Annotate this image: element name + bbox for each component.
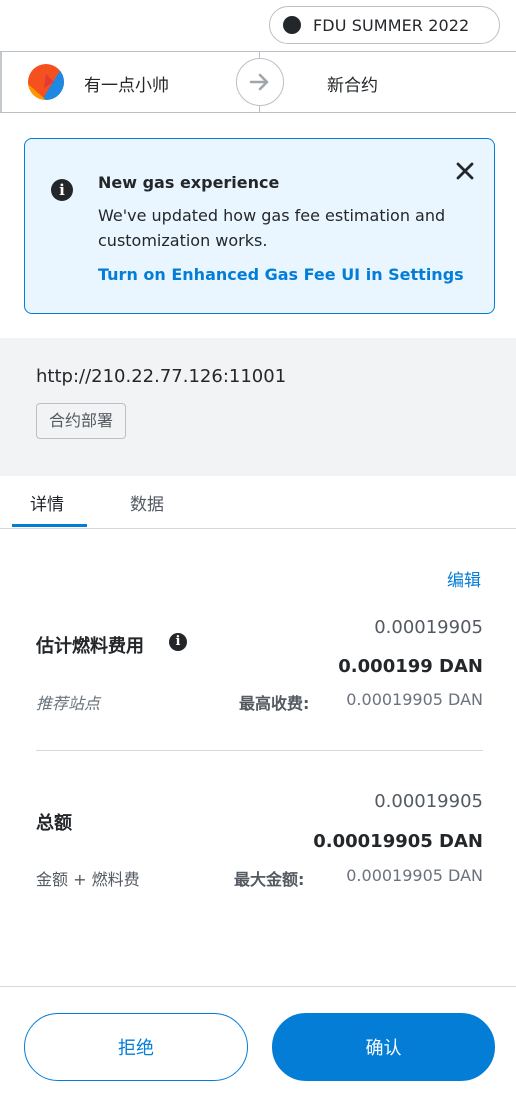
tab-details[interactable]: 详情 bbox=[30, 490, 64, 515]
confirm-button[interactable]: 确认 bbox=[272, 1013, 495, 1081]
network-dot-icon bbox=[283, 16, 301, 34]
origin-url: http://210.22.77.126:11001 bbox=[36, 366, 287, 387]
total-max-amount-label: 最大金额: bbox=[234, 870, 305, 889]
banner-description: We've updated how gas fee estimation and… bbox=[98, 206, 446, 250]
active-tab-indicator bbox=[12, 524, 87, 527]
gas-max-fee-value: 0.00019905 DAN bbox=[346, 690, 483, 709]
sender-recipient-row: 有一点小帅 新合约 bbox=[0, 51, 516, 113]
sender-name: 有一点小帅 bbox=[84, 76, 169, 96]
network-selector[interactable]: FDU SUMMER 2022 bbox=[269, 6, 500, 44]
gas-fee-primary: 0.000199 DAN bbox=[338, 656, 483, 677]
gas-fee-label: 估计燃料费用 bbox=[36, 636, 144, 657]
total-max-amount-value: 0.00019905 DAN bbox=[346, 866, 483, 885]
gas-max-fee-label: 最高收费: bbox=[239, 694, 310, 713]
avatar bbox=[28, 64, 64, 100]
tab-bar: 详情 数据 bbox=[0, 476, 516, 529]
reject-button[interactable]: 拒绝 bbox=[24, 1013, 248, 1081]
origin-panel: http://210.22.77.126:11001 合约部署 bbox=[0, 338, 516, 476]
close-icon[interactable] bbox=[453, 159, 477, 183]
gas-fee-fiat: 0.00019905 bbox=[374, 617, 483, 638]
sender-section[interactable]: 有一点小帅 bbox=[0, 52, 259, 112]
total-label: 总额 bbox=[36, 813, 72, 834]
total-primary: 0.00019905 DAN bbox=[313, 831, 483, 852]
section-divider bbox=[36, 750, 483, 751]
footer: 拒绝 确认 bbox=[0, 986, 516, 1104]
tab-data[interactable]: 数据 bbox=[130, 490, 164, 515]
method-chip: 合约部署 bbox=[36, 403, 127, 439]
total-sub-label: 金额 + 燃料费 bbox=[36, 870, 140, 889]
info-icon[interactable]: i bbox=[169, 633, 187, 651]
recipient-name: 新合约 bbox=[327, 76, 378, 96]
edit-gas-button[interactable]: 编辑 bbox=[447, 566, 481, 591]
total-fiat: 0.00019905 bbox=[374, 791, 483, 812]
network-label: FDU SUMMER 2022 bbox=[313, 15, 470, 35]
info-icon: i bbox=[51, 179, 73, 201]
banner-title: New gas experience bbox=[98, 173, 280, 192]
gas-experience-banner: i New gas experience We've updated how g… bbox=[24, 138, 495, 314]
enhanced-gas-settings-link[interactable]: Turn on Enhanced Gas Fee UI in Settings bbox=[98, 265, 464, 284]
arrow-right-icon bbox=[236, 58, 284, 106]
gas-fee-sub-label: 推荐站点 bbox=[36, 694, 101, 713]
